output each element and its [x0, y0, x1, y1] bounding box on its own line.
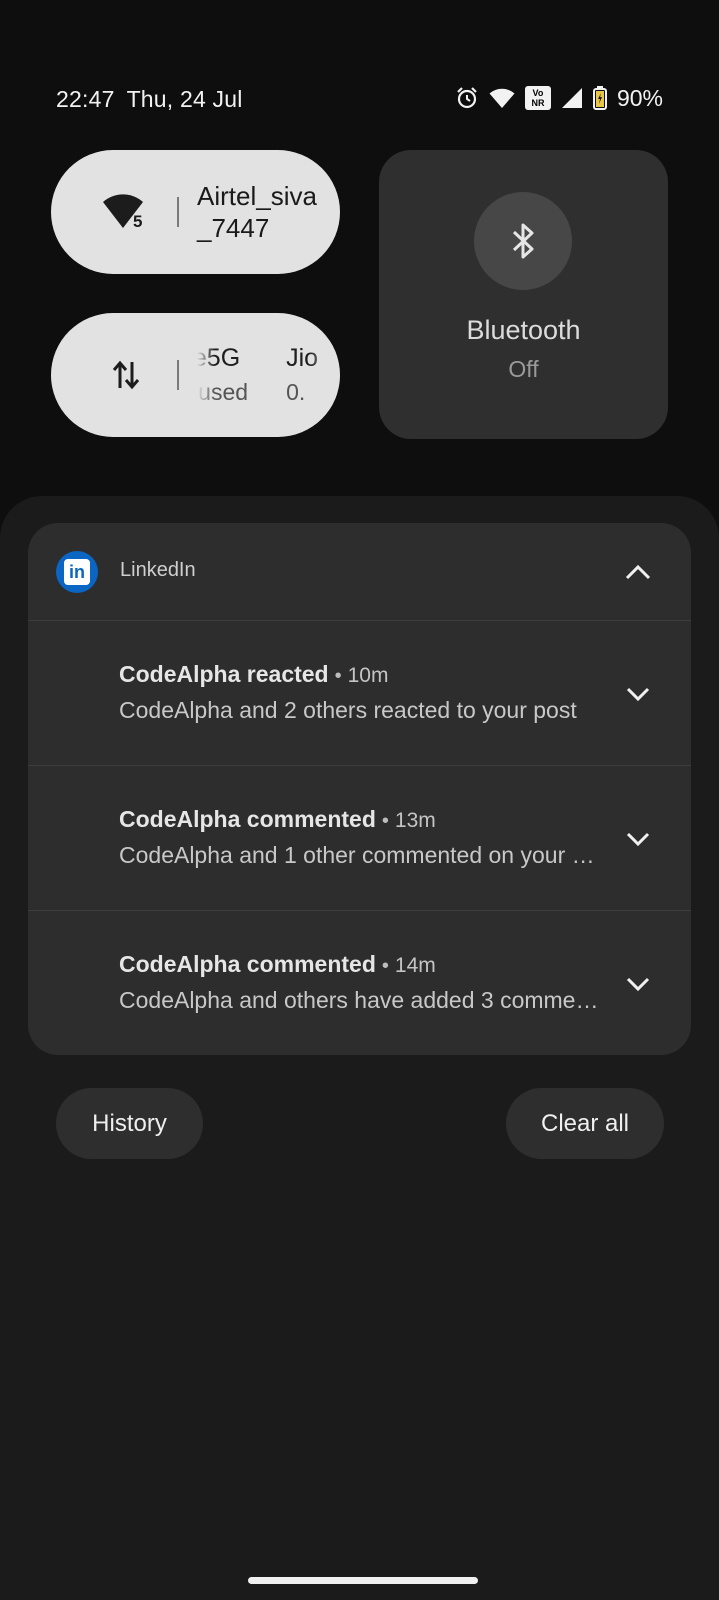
volte-bottom-text: NR [531, 98, 545, 108]
collapse-group-button[interactable] [621, 555, 655, 589]
notification-title-line: CodeAlpha reacted • 10m [119, 661, 388, 688]
status-icons: Vo NR 90% [455, 84, 663, 112]
chevron-down-icon [626, 977, 650, 992]
battery-icon [592, 86, 607, 110]
volte-icon: Vo NR [524, 86, 551, 110]
wifi-tile[interactable]: 5 Airtel_siva _7447 [51, 150, 340, 274]
notification-time: 14m [394, 954, 436, 977]
fade-edge-right [309, 341, 337, 409]
wifi-icon [489, 88, 515, 108]
notification-item[interactable]: CodeAlpha commented • 14m CodeAlpha and ot… [28, 911, 691, 1055]
expand-notification-button[interactable] [621, 677, 655, 711]
notification-group-linkedin[interactable]: in LinkedIn CodeAlpha reacted • 10m CodeAl… [28, 523, 691, 1055]
battery-percentage: 90% [616, 84, 663, 111]
sim-carousel[interactable]: ue5G 3 used Jio 0. [197, 341, 337, 409]
status-clock: 22:47 Thu, 24 Jul [56, 86, 255, 113]
notification-app-name: LinkedIn [120, 559, 196, 581]
expand-notification-button[interactable] [621, 967, 655, 1001]
chevron-down-icon [626, 832, 650, 847]
wifi-ssid-line2: _7447 [197, 213, 270, 243]
notification-body: CodeAlpha and others have added 3 commen… [119, 987, 599, 1013]
notification-title-line: CodeAlpha commented • 14m [119, 951, 436, 978]
linkedin-logo: in [64, 559, 90, 585]
volte-top-text: Vo [532, 88, 544, 98]
bluetooth-toggle[interactable] [474, 192, 572, 290]
notification-title: CodeAlpha commented [119, 806, 376, 832]
bluetooth-state: Off [508, 356, 539, 382]
data-transfer-icon [112, 360, 140, 390]
notification-body: CodeAlpha and 1 other commented on your … [119, 842, 599, 868]
bluetooth-label: Bluetooth [466, 315, 581, 345]
history-button[interactable]: History [56, 1088, 203, 1159]
home-gesture-bar[interactable] [248, 1577, 478, 1584]
notification-time: 13m [394, 809, 436, 832]
bluetooth-tile[interactable]: Bluetooth Off [379, 150, 668, 439]
alarm-icon [457, 87, 477, 109]
wifi-icon: 5 [103, 194, 143, 230]
clear-all-button[interactable]: Clear all [506, 1088, 664, 1159]
notification-title-line: CodeAlpha commented • 13m [119, 806, 436, 833]
notification-item[interactable]: CodeAlpha reacted • 10m CodeAlpha and 2 ot… [28, 621, 691, 766]
mobile-data-tile-icon [91, 358, 161, 392]
tile-divider [177, 360, 179, 390]
clock-time: 22:47 [56, 86, 115, 112]
clock-date: Thu, 24 Jul [126, 86, 243, 112]
notification-time: 10m [347, 664, 389, 687]
chevron-up-icon [625, 564, 651, 580]
notification-group-header[interactable]: in LinkedIn [28, 523, 691, 621]
status-bar: 22:47 Thu, 24 Jul Vo NR 90% [0, 78, 719, 118]
chevron-down-icon [626, 687, 650, 702]
wifi-ssid-line1: Airtel_siva [197, 181, 317, 211]
fade-edge-left [197, 341, 215, 409]
bluetooth-icon [512, 223, 534, 259]
signal-icon [561, 88, 582, 108]
wifi-band-badge: 5 [133, 212, 142, 230]
tile-divider [177, 197, 179, 227]
separator-dot: • [334, 665, 342, 687]
separator-dot: • [381, 955, 389, 977]
expand-notification-button[interactable] [621, 822, 655, 856]
separator-dot: • [381, 810, 389, 832]
wifi-ssid: Airtel_siva _7447 [197, 180, 317, 244]
mobile-data-tile[interactable]: ue5G 3 used Jio 0. [51, 313, 340, 437]
wifi-tile-icon: 5 [91, 194, 161, 230]
notification-title: CodeAlpha reacted [119, 661, 329, 687]
notification-body: CodeAlpha and 2 others reacted to your p… [119, 697, 577, 723]
linkedin-icon: in [56, 551, 98, 593]
notification-item[interactable]: CodeAlpha commented • 13m CodeAlpha and 1 … [28, 766, 691, 911]
notification-title: CodeAlpha commented [119, 951, 376, 977]
